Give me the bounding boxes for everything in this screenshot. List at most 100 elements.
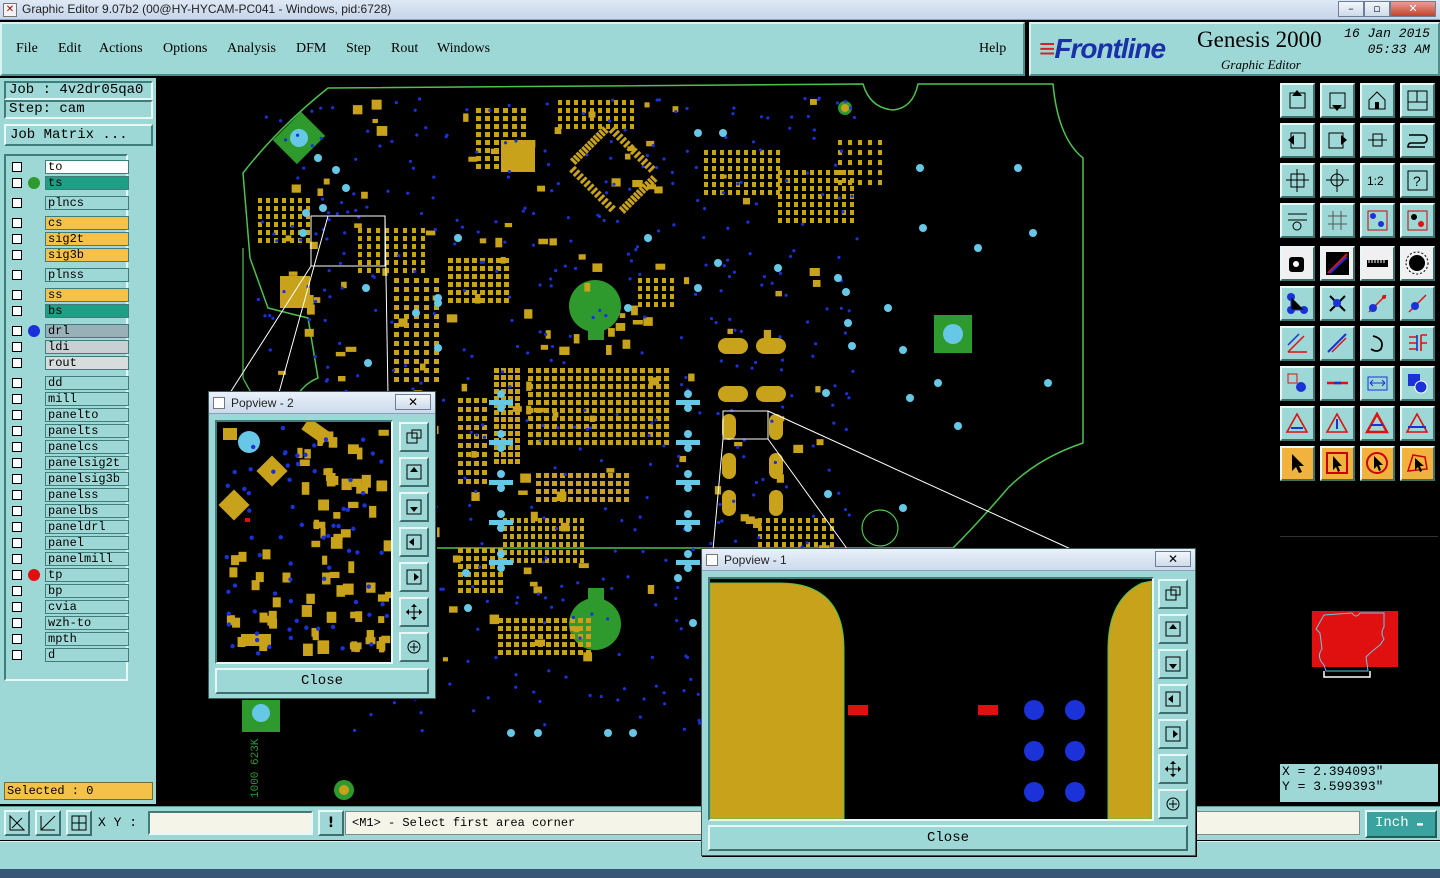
layer-checkbox[interactable]	[12, 426, 22, 436]
scale-1-2-tool-button[interactable]: 1:2	[1360, 163, 1395, 198]
measure-h-tool-button[interactable]	[1360, 366, 1395, 401]
measure-icon[interactable]	[35, 810, 61, 836]
circle-tool-button[interactable]	[1400, 246, 1435, 281]
layer-checkbox[interactable]	[12, 442, 22, 452]
line-tool-button[interactable]	[1320, 246, 1355, 281]
layer-name[interactable]: ts	[45, 176, 129, 190]
page-down-tool-button[interactable]	[1320, 83, 1355, 118]
popview-1-zoom-icon[interactable]	[1158, 579, 1188, 609]
layer-checkbox[interactable]	[12, 634, 22, 644]
layer-row[interactable]: panelto	[10, 408, 129, 422]
pad-tool-button[interactable]	[1280, 246, 1315, 281]
layer-row[interactable]: ts	[10, 176, 129, 190]
popview-1-pan-down-icon[interactable]	[1158, 649, 1188, 679]
layer-name[interactable]: bs	[45, 304, 129, 318]
popview-1-zoom-out-icon[interactable]	[1158, 754, 1188, 784]
layer-row[interactable]: paneldrl	[10, 520, 129, 534]
xy-input[interactable]	[148, 811, 313, 835]
select-box-tool-button[interactable]	[1320, 446, 1355, 481]
layer-name[interactable]: panelcs	[45, 440, 129, 454]
layer-checkbox[interactable]	[12, 618, 22, 628]
menu-edit[interactable]: Edit	[58, 41, 81, 57]
layer-row[interactable]: plncs	[10, 196, 129, 210]
menu-actions[interactable]: Actions	[99, 41, 143, 57]
layer-name[interactable]: plnss	[45, 268, 129, 282]
layer-name[interactable]: mpth	[45, 632, 129, 646]
popview-2-close-button[interactable]: Close	[215, 668, 429, 694]
menu-file[interactable]: File	[16, 41, 38, 57]
popview-1-titlebar[interactable]: Popview - 1 ✕	[702, 549, 1195, 571]
zoom-fit-tool-button[interactable]	[1280, 163, 1315, 198]
layer-name[interactable]: dd	[45, 376, 129, 390]
slot-tool-button[interactable]	[1400, 326, 1435, 361]
layer-row[interactable]: panelbs	[10, 504, 129, 518]
layer-row[interactable]: panelmill	[10, 552, 129, 566]
layer-name[interactable]: drl	[45, 324, 129, 338]
select-poly-tool-button[interactable]	[1400, 446, 1435, 481]
layer-checkbox[interactable]	[12, 218, 22, 228]
window-split-tool-button[interactable]	[1400, 83, 1435, 118]
layer-name[interactable]: tp	[45, 568, 129, 582]
layer-name[interactable]: panelsig3b	[45, 472, 129, 486]
layers-feature-tool-button[interactable]	[1360, 203, 1395, 238]
layer-row[interactable]: to	[10, 160, 129, 174]
layer-row[interactable]: sig3b	[10, 248, 129, 262]
menu-windows[interactable]: Windows	[437, 41, 490, 57]
triangle-tool-button[interactable]	[1280, 406, 1315, 441]
grid-snap-icon[interactable]	[66, 810, 92, 836]
popview-2-pan-right-icon[interactable]	[399, 562, 429, 592]
layer-name[interactable]: ss	[45, 288, 129, 302]
zoom-center-tool-button[interactable]	[1320, 163, 1355, 198]
minimap-view[interactable]	[1280, 537, 1438, 687]
layer-row[interactable]: panelts	[10, 424, 129, 438]
layer-checkbox[interactable]	[12, 290, 22, 300]
popview-2-pan-left-icon[interactable]	[399, 527, 429, 557]
connect-tool-button[interactable]	[1280, 286, 1315, 321]
popview-1-zoom-in-icon[interactable]	[1158, 789, 1188, 819]
close-window-button[interactable]: ✕	[1390, 1, 1436, 17]
layer-checkbox[interactable]	[12, 342, 22, 352]
cut-tool-button[interactable]	[1320, 366, 1355, 401]
layer-name[interactable]: panelsig2t	[45, 456, 129, 470]
layer-checkbox[interactable]	[12, 358, 22, 368]
layer-row[interactable]: dd	[10, 376, 129, 390]
layer-checkbox[interactable]	[12, 538, 22, 548]
angle-tool-button[interactable]	[1280, 326, 1315, 361]
board-minimap[interactable]	[1280, 536, 1438, 686]
layer-checkbox[interactable]	[12, 250, 22, 260]
layer-name[interactable]: panel	[45, 536, 129, 550]
popview-1-x-button[interactable]: ✕	[1155, 551, 1191, 567]
layer-checkbox[interactable]	[12, 570, 22, 580]
layer-checkbox[interactable]	[12, 506, 22, 516]
layer-checkbox[interactable]	[12, 326, 22, 336]
layer-checkbox[interactable]	[12, 178, 22, 188]
menu-help[interactable]: Help	[979, 41, 1006, 57]
layer-checkbox[interactable]	[12, 198, 22, 208]
layer-name[interactable]: mill	[45, 392, 129, 406]
layer-name[interactable]: ldi	[45, 340, 129, 354]
popview-2-x-button[interactable]: ✕	[395, 394, 431, 410]
layer-name[interactable]: d	[45, 648, 129, 662]
layer-row[interactable]: panelsig3b	[10, 472, 129, 486]
menu-options[interactable]: Options	[163, 41, 207, 57]
layer-row[interactable]: panelss	[10, 488, 129, 502]
pointer-tool-button[interactable]	[1280, 446, 1315, 481]
layer-name[interactable]: sig3b	[45, 248, 129, 262]
triangle-bold-tool-button[interactable]	[1360, 406, 1395, 441]
minimize-button[interactable]: –	[1338, 1, 1364, 17]
layer-row[interactable]: bp	[10, 584, 129, 598]
layer-name[interactable]: panelbs	[45, 504, 129, 518]
layer-name[interactable]: rout	[45, 356, 129, 370]
menu-rout[interactable]: Rout	[391, 41, 418, 57]
layer-row[interactable]: mill	[10, 392, 129, 406]
layer-row[interactable]: cvia	[10, 600, 129, 614]
snap-icon[interactable]	[4, 810, 30, 836]
help-tool-button[interactable]: ?	[1400, 163, 1435, 198]
popview-2-zoom-in-icon[interactable]	[399, 632, 429, 662]
job-matrix-button[interactable]: Job Matrix ...	[4, 124, 153, 146]
layer-checkbox[interactable]	[12, 602, 22, 612]
layer-row[interactable]: wzh-to	[10, 616, 129, 630]
layer-name[interactable]: panelss	[45, 488, 129, 502]
layer-name[interactable]: to	[45, 160, 129, 174]
popview-1-close-button[interactable]: Close	[708, 825, 1188, 851]
